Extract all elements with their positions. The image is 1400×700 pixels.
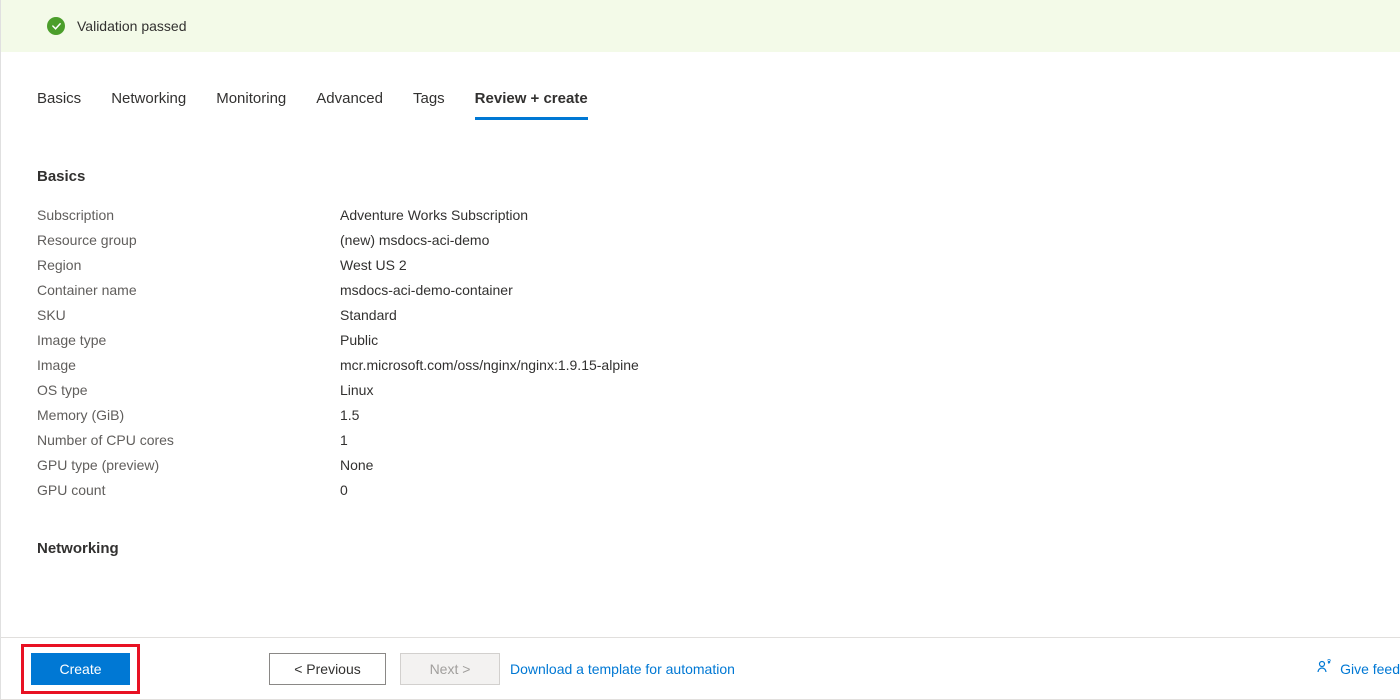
download-template-link[interactable]: Download a template for automation <box>510 661 735 677</box>
previous-button[interactable]: < Previous <box>269 653 386 685</box>
row-gpu-count: GPU count 0 <box>37 482 1400 498</box>
label-resource-group: Resource group <box>37 232 340 248</box>
row-cpu-cores: Number of CPU cores 1 <box>37 432 1400 448</box>
label-subscription: Subscription <box>37 207 340 223</box>
section-networking-title: Networking <box>37 540 1400 557</box>
label-sku: SKU <box>37 307 340 323</box>
value-gpu-count: 0 <box>340 482 348 498</box>
tabs: Basics Networking Monitoring Advanced Ta… <box>1 90 1400 120</box>
row-os-type: OS type Linux <box>37 382 1400 398</box>
tab-basics[interactable]: Basics <box>37 90 81 120</box>
give-feedback-link[interactable]: ? Give feed <box>1316 659 1400 678</box>
create-highlight: Create <box>21 644 140 694</box>
row-image-type: Image type Public <box>37 332 1400 348</box>
page-root: Validation passed Basics Networking Moni… <box>0 0 1400 700</box>
row-region: Region West US 2 <box>37 257 1400 273</box>
value-image-type: Public <box>340 332 378 348</box>
next-button: Next > <box>400 653 500 685</box>
svg-text:?: ? <box>1327 659 1331 666</box>
validation-message: Validation passed <box>77 18 186 34</box>
label-gpu-type: GPU type (preview) <box>37 457 340 473</box>
label-memory: Memory (GiB) <box>37 407 340 423</box>
review-content: Basics Subscription Adventure Works Subs… <box>1 120 1400 557</box>
row-image: Image mcr.microsoft.com/oss/nginx/nginx:… <box>37 357 1400 373</box>
give-feedback-label: Give feed <box>1340 661 1400 677</box>
value-cpu-cores: 1 <box>340 432 348 448</box>
row-sku: SKU Standard <box>37 307 1400 323</box>
validation-banner: Validation passed <box>1 0 1400 52</box>
tab-advanced[interactable]: Advanced <box>316 90 383 120</box>
row-resource-group: Resource group (new) msdocs-aci-demo <box>37 232 1400 248</box>
row-container-name: Container name msdocs-aci-demo-container <box>37 282 1400 298</box>
label-region: Region <box>37 257 340 273</box>
value-region: West US 2 <box>340 257 407 273</box>
feedback-icon: ? <box>1316 659 1332 678</box>
tab-monitoring[interactable]: Monitoring <box>216 90 286 120</box>
value-sku: Standard <box>340 307 397 323</box>
footer: Create < Previous Next > Download a temp… <box>1 637 1400 700</box>
label-cpu-cores: Number of CPU cores <box>37 432 340 448</box>
value-gpu-type: None <box>340 457 373 473</box>
value-subscription: Adventure Works Subscription <box>340 207 528 223</box>
tab-networking[interactable]: Networking <box>111 90 186 120</box>
value-resource-group: (new) msdocs-aci-demo <box>340 232 489 248</box>
row-subscription: Subscription Adventure Works Subscriptio… <box>37 207 1400 223</box>
value-memory: 1.5 <box>340 407 359 423</box>
tab-review-create[interactable]: Review + create <box>475 90 588 120</box>
row-memory: Memory (GiB) 1.5 <box>37 407 1400 423</box>
value-os-type: Linux <box>340 382 373 398</box>
section-basics-title: Basics <box>37 168 1400 185</box>
label-os-type: OS type <box>37 382 340 398</box>
label-gpu-count: GPU count <box>37 482 340 498</box>
check-circle-icon <box>47 17 65 35</box>
value-image: mcr.microsoft.com/oss/nginx/nginx:1.9.15… <box>340 357 639 373</box>
tab-tags[interactable]: Tags <box>413 90 445 120</box>
label-image-type: Image type <box>37 332 340 348</box>
create-button[interactable]: Create <box>31 653 130 685</box>
row-gpu-type: GPU type (preview) None <box>37 457 1400 473</box>
label-image: Image <box>37 357 340 373</box>
value-container-name: msdocs-aci-demo-container <box>340 282 513 298</box>
label-container-name: Container name <box>37 282 340 298</box>
